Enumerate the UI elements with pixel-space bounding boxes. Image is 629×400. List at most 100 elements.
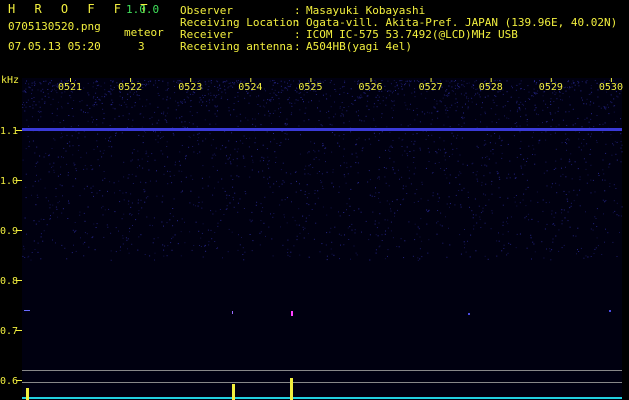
noise-dot (165, 115, 167, 117)
noise-dot (122, 243, 124, 245)
noise-dot (258, 113, 259, 115)
noise-dot (75, 170, 77, 172)
noise-dot (42, 240, 44, 242)
noise-dot (259, 232, 261, 234)
noise-dot (247, 119, 249, 121)
noise-dot (131, 243, 133, 245)
noise-dot (535, 92, 537, 94)
noise-dot (171, 238, 173, 240)
noise-dot (350, 131, 352, 133)
noise-dot (284, 81, 286, 83)
noise-dot (157, 237, 159, 239)
noise-dot (164, 245, 166, 247)
noise-dot (200, 237, 202, 239)
noise-dot (592, 179, 594, 181)
noise-dot (236, 115, 238, 117)
noise-dot (448, 227, 449, 229)
noise-dot (483, 175, 485, 177)
noise-dot (96, 81, 98, 83)
noise-dot (338, 211, 339, 213)
noise-dot (218, 94, 220, 95)
noise-dot (201, 232, 203, 234)
noise-dot (455, 177, 457, 179)
x-tick-label: 0526 (359, 82, 383, 93)
noise-dot (421, 183, 423, 185)
noise-dot (502, 106, 504, 108)
noise-dot (446, 95, 448, 97)
noise-dot (516, 122, 518, 124)
noise-dot (343, 122, 345, 124)
noise-dot (550, 259, 552, 261)
noise-dot (384, 85, 386, 87)
noise-dot (475, 214, 477, 216)
noise-dot (471, 86, 473, 88)
noise-dot (60, 173, 61, 175)
noise-dot (532, 241, 534, 243)
noise-dot (201, 207, 203, 209)
noise-dot (594, 191, 596, 193)
noise-dot (23, 104, 25, 106)
noise-dot (502, 221, 504, 223)
noise-dot (518, 97, 520, 99)
noise-dot (109, 91, 111, 93)
noise-dot (303, 120, 305, 122)
noise-dot (231, 132, 233, 134)
noise-dot (537, 221, 539, 223)
noise-dot (91, 237, 93, 239)
noise-dot (40, 218, 42, 220)
noise-dot (111, 89, 113, 91)
noise-dot (555, 167, 557, 169)
noise-dot (227, 87, 229, 89)
noise-dot (484, 164, 486, 166)
noise-dot (520, 88, 522, 90)
noise-dot (72, 145, 74, 147)
noise-dot (378, 176, 380, 178)
noise-dot (75, 80, 76, 81)
noise-dot (309, 164, 311, 166)
noise-dot (291, 201, 292, 203)
noise-dot (230, 154, 231, 156)
noise-dot (432, 195, 434, 197)
noise-dot (201, 105, 202, 106)
noise-dot (519, 233, 521, 235)
noise-dot (447, 110, 449, 111)
noise-dot (98, 98, 100, 100)
noise-dot (373, 103, 375, 105)
noise-dot (462, 84, 464, 86)
noise-dot (119, 95, 121, 97)
noise-dot (484, 96, 486, 98)
noise-dot (190, 190, 192, 192)
noise-dot (528, 145, 530, 147)
noise-dot (376, 227, 378, 229)
noise-dot (410, 103, 411, 105)
noise-dot (569, 207, 571, 209)
noise-dot (389, 151, 391, 152)
noise-dot (157, 135, 159, 137)
noise-dot (40, 258, 42, 260)
noise-dot (131, 152, 133, 154)
noise-dot (377, 235, 379, 237)
noise-dot (131, 106, 133, 108)
noise-dot (421, 256, 423, 258)
noise-dot (461, 106, 463, 108)
noise-dot (333, 186, 334, 188)
noise-dot (224, 190, 226, 192)
noise-dot (421, 181, 423, 183)
noise-dot (536, 113, 537, 115)
noise-dot (501, 152, 503, 154)
noise-dot (513, 197, 515, 198)
noise-dot (205, 250, 207, 252)
noise-dot (143, 116, 145, 118)
noise-dot (145, 85, 147, 87)
noise-dot (217, 225, 219, 227)
noise-dot (34, 249, 36, 250)
noise-dot (317, 197, 319, 199)
noise-dot (284, 123, 286, 125)
noise-dot (524, 164, 526, 166)
noise-dot (569, 86, 571, 88)
noise-dot (449, 82, 451, 84)
noise-dot (166, 146, 168, 147)
noise-dot (275, 162, 277, 163)
noise-dot (175, 109, 177, 111)
noise-dot (322, 143, 324, 144)
